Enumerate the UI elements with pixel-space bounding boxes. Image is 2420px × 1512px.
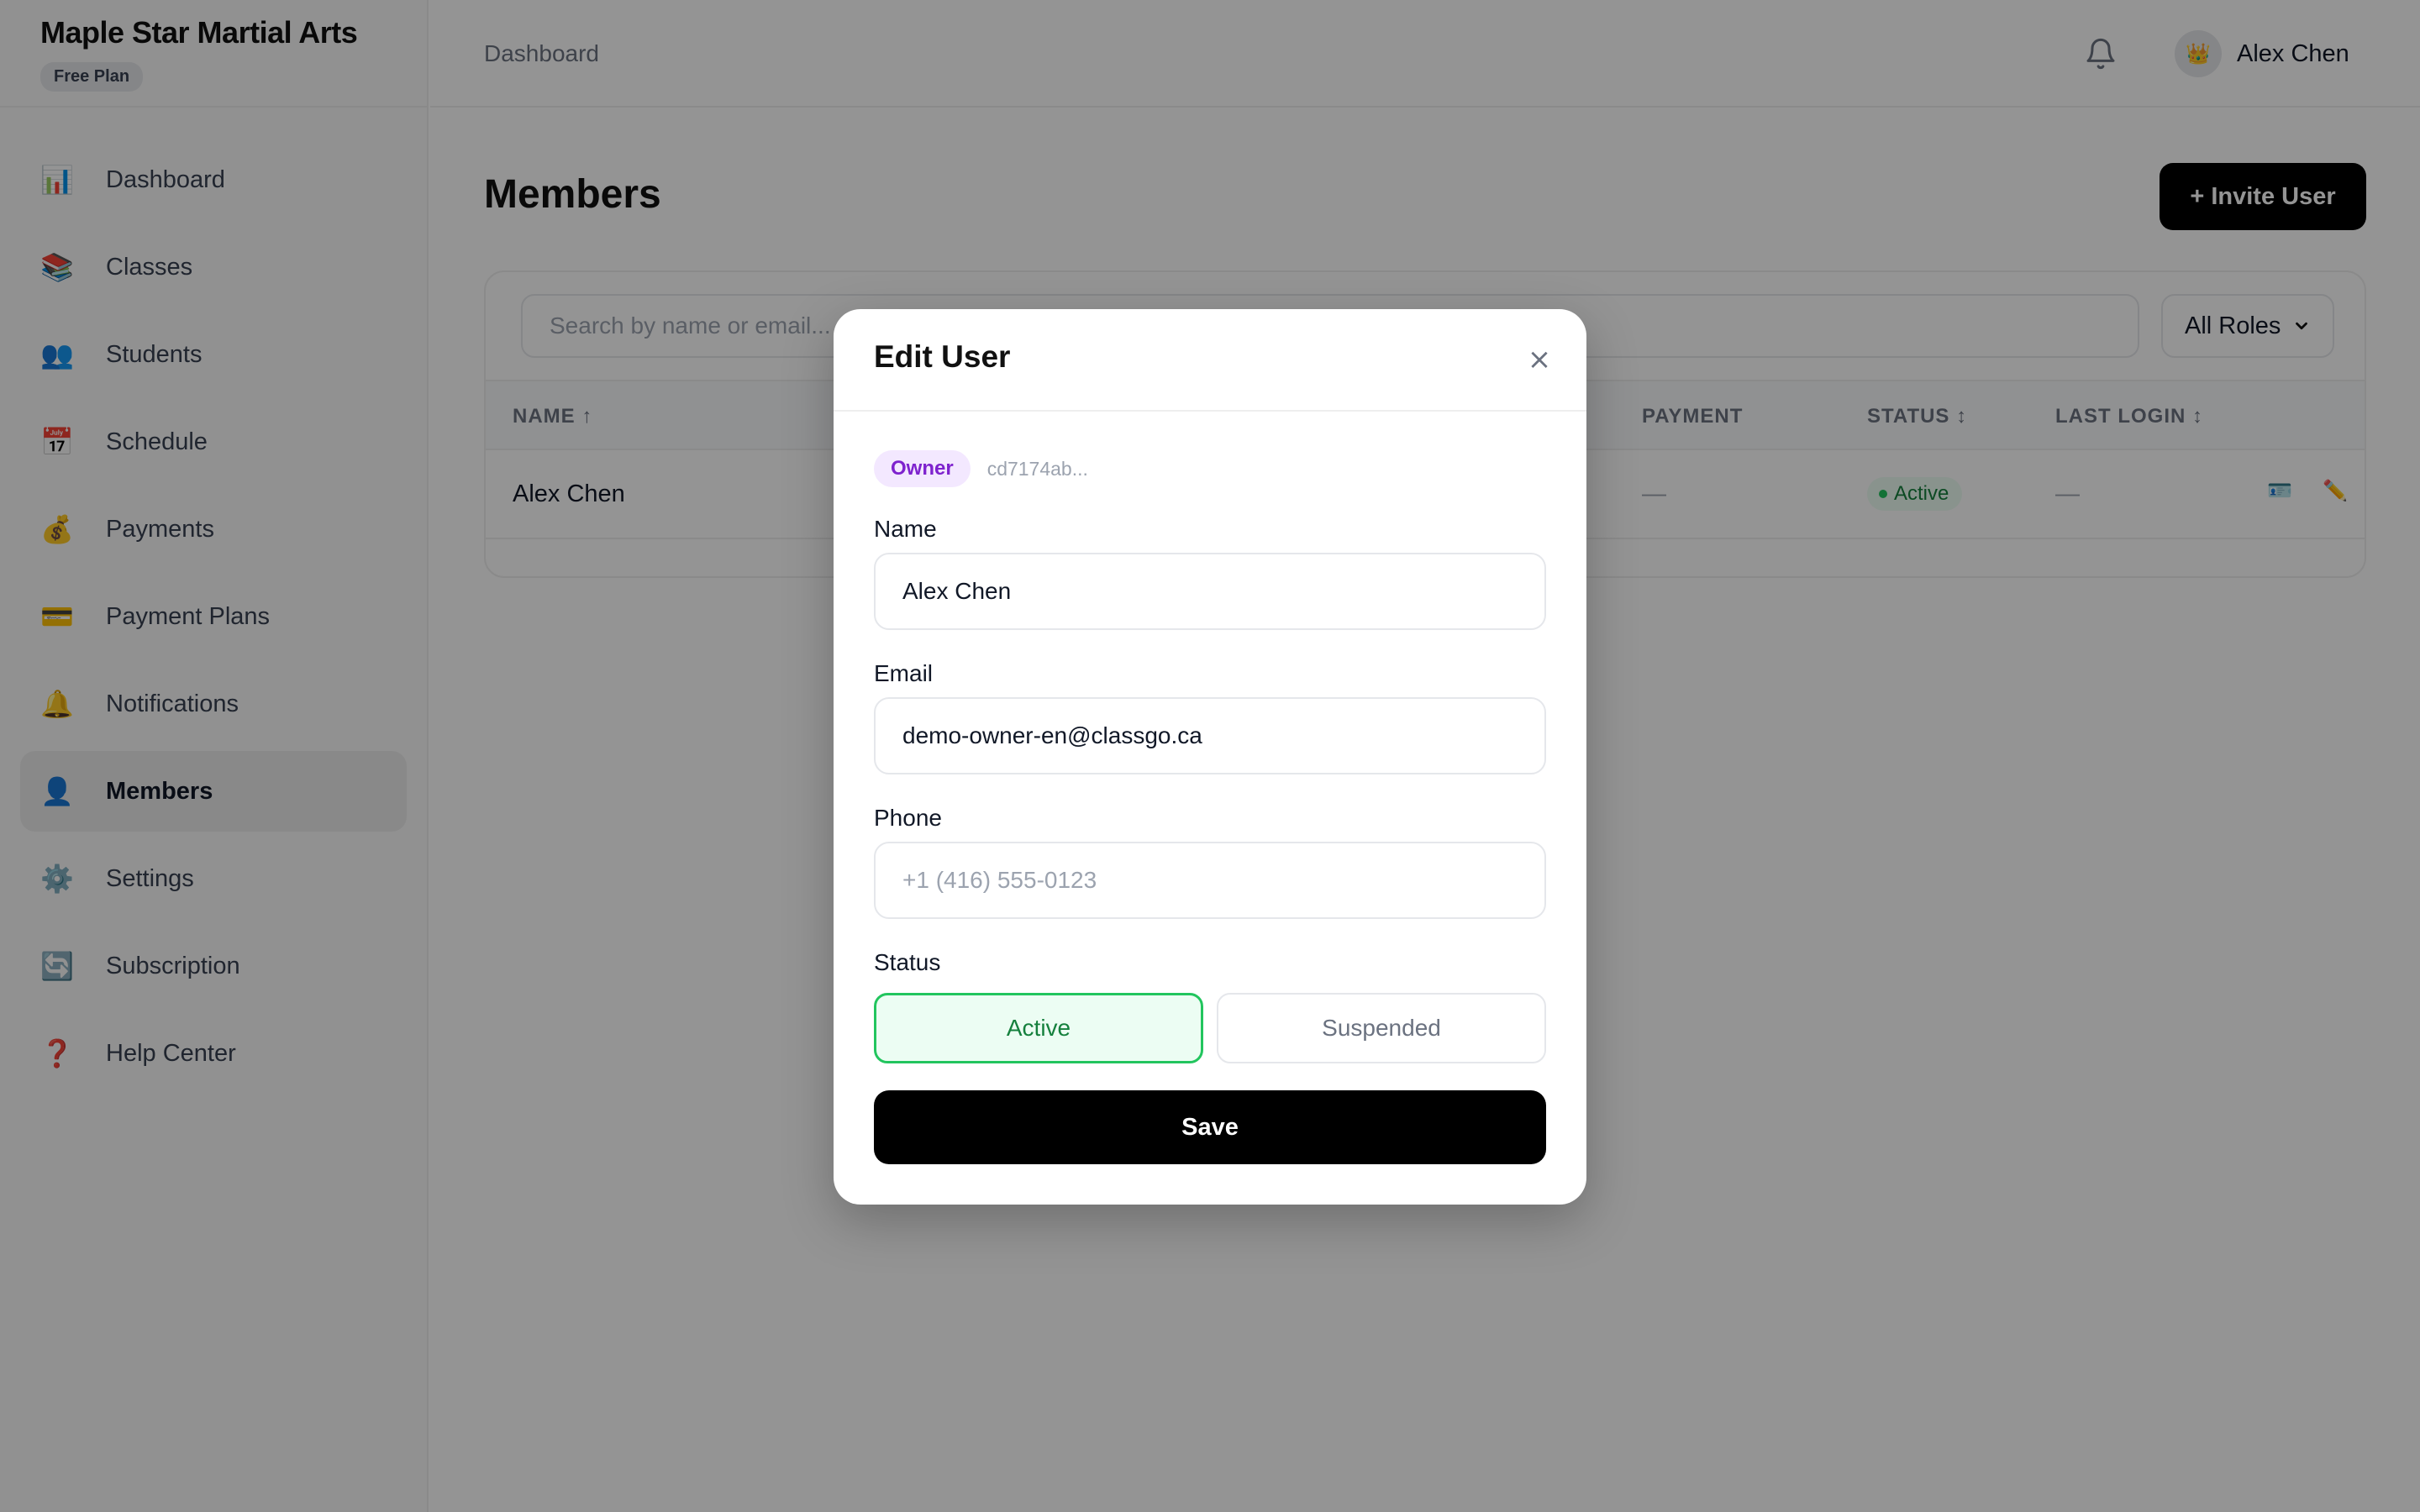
name-field[interactable]: Alex Chen [874,553,1546,630]
user-id: cd7174ab... [986,457,1088,480]
status-label: Status [874,949,941,975]
phone-label: Phone [874,805,942,831]
edit-user-modal: Edit User × Owner cd7174ab... Name Alex … [834,309,1586,1205]
save-button[interactable]: Save [874,1090,1546,1164]
name-label: Name [874,516,937,542]
modal-title: Edit User [874,339,1011,374]
status-active-option[interactable]: Active [874,993,1203,1063]
app: Maple Star Martial Arts Free Plan 📊 Dash… [0,0,2420,1512]
status-suspended-option[interactable]: Suspended [1217,993,1546,1063]
modal-header: Edit User × [834,309,1586,412]
user-meta: Owner cd7174ab... [874,450,1088,487]
role-badge: Owner [874,450,971,487]
close-icon[interactable]: × [1519,339,1560,380]
email-field[interactable]: demo-owner-en@classgo.ca [874,697,1546,774]
phone-field[interactable]: +1 (416) 555-0123 [874,842,1546,919]
email-label: Email [874,660,934,686]
